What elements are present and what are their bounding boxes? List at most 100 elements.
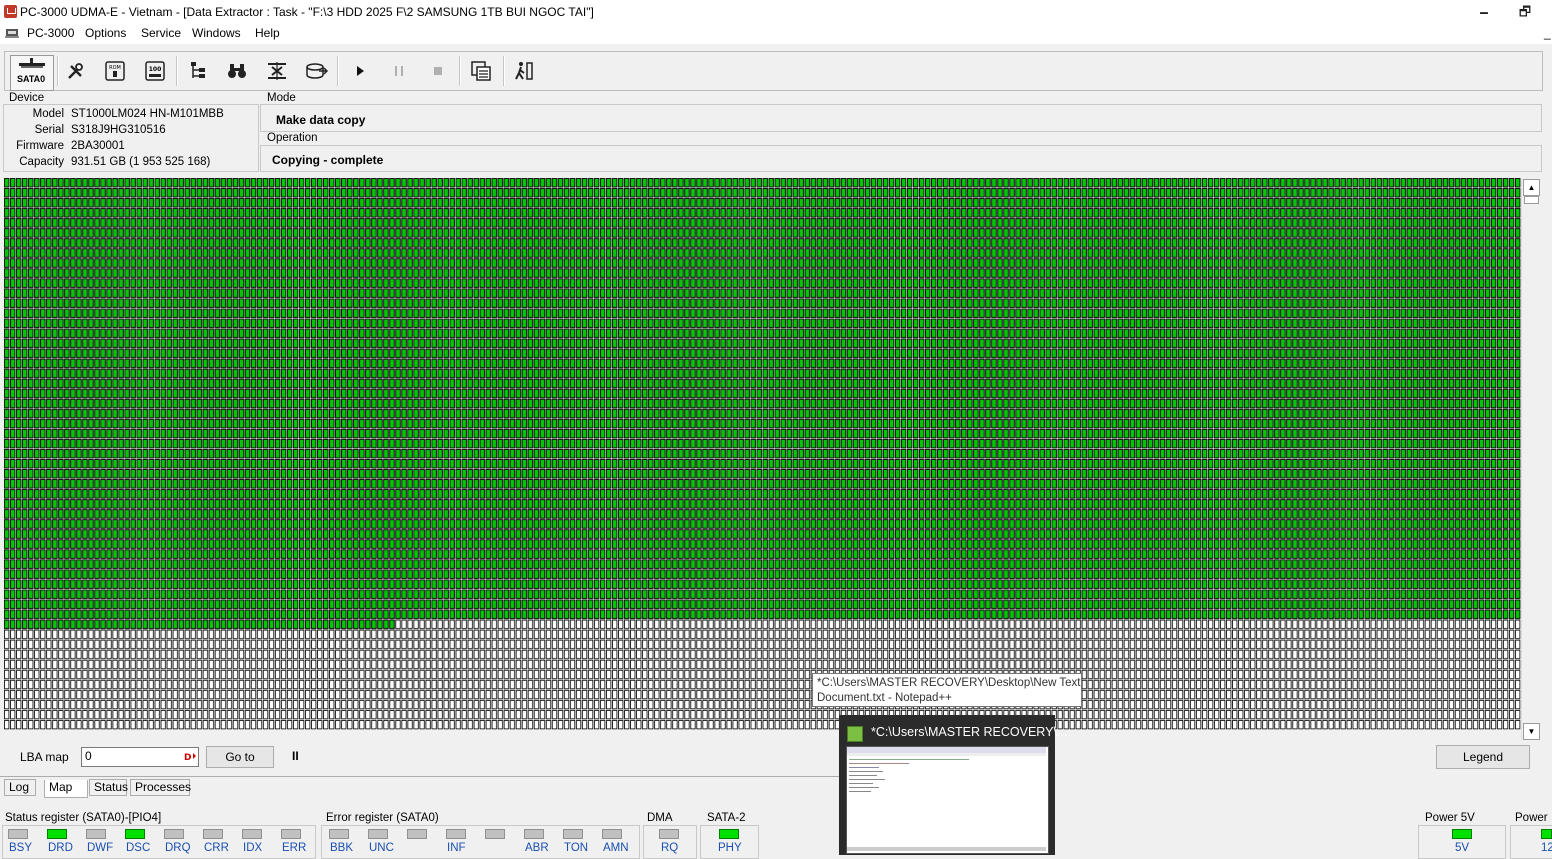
error-register-flag-unc: UNC xyxy=(369,842,394,854)
window-title: PC-3000 UDMA-E - Vietnam - [Data Extract… xyxy=(20,5,594,19)
percent-100-icon[interactable]: 100 xyxy=(140,56,170,86)
map-scrollbar[interactable]: ▲ ▼ xyxy=(1521,178,1540,740)
tree-icon[interactable] xyxy=(183,56,213,86)
copy-window-icon[interactable] xyxy=(466,56,496,86)
scroll-down-arrow-icon[interactable]: ▼ xyxy=(1523,723,1540,740)
status-register-led xyxy=(86,829,106,839)
operation-group xyxy=(260,145,1542,172)
device-group-label: Device xyxy=(8,92,46,104)
radix-toggle-icon[interactable]: D xyxy=(184,751,196,763)
toolbar-separator xyxy=(57,56,59,86)
status-register-flag-crr: CRR xyxy=(204,842,229,854)
dma-label: DMA xyxy=(646,812,674,824)
window-tooltip: *C:\Users\MASTER RECOVERY\Desktop\New Te… xyxy=(812,673,1082,707)
sata2-phy-label: PHY xyxy=(718,842,742,854)
svg-text:ROM: ROM xyxy=(109,65,121,71)
operation-group-label: Operation xyxy=(266,132,319,144)
serial-value: S318J9HG310516 xyxy=(71,124,166,136)
drive-export-icon[interactable] xyxy=(301,56,331,86)
status-register-flag-idx: IDX xyxy=(243,842,263,854)
lba-input[interactable]: 0 xyxy=(81,747,199,767)
mode-group-label: Mode xyxy=(266,92,297,104)
map-pause-button[interactable]: II xyxy=(292,749,299,763)
status-register-flag-dwf: DWF xyxy=(87,842,114,854)
status-register-led xyxy=(8,829,28,839)
preview-thumbnail[interactable] xyxy=(846,746,1049,854)
error-register-led xyxy=(446,829,466,839)
legend-button[interactable]: Legend xyxy=(1436,745,1530,769)
notepadpp-icon xyxy=(847,726,863,742)
error-register-flag-ton: TON xyxy=(564,842,589,854)
stop-icon[interactable] xyxy=(423,56,453,86)
status-register-flag-dsc: DSC xyxy=(126,842,151,854)
power12-led xyxy=(1541,829,1552,839)
menu-service[interactable]: Service xyxy=(141,26,181,40)
svg-text:100: 100 xyxy=(149,66,162,73)
tab-status[interactable]: Status xyxy=(89,779,128,796)
app-logo-icon xyxy=(4,5,17,18)
error-register-led xyxy=(485,829,505,839)
error-register-flag-amn: AMN xyxy=(603,842,629,854)
power5v-led xyxy=(1452,829,1472,839)
pc3000-menu-icon[interactable] xyxy=(5,27,19,39)
error-register-led xyxy=(368,829,388,839)
sata-port-label: SATA0 xyxy=(17,74,46,84)
toolbar-separator xyxy=(337,56,339,86)
lba-map-label: LBA map xyxy=(20,750,69,764)
dma-rq-label: RQ xyxy=(661,842,679,854)
capacity-value: 931.51 GB (1 953 525 168) xyxy=(71,156,211,168)
firmware-value: 2BA30001 xyxy=(71,140,125,152)
error-register-flag-bbk: BBK xyxy=(330,842,354,854)
error-register-led xyxy=(407,829,427,839)
pause-icon[interactable] xyxy=(384,56,414,86)
map-grid xyxy=(4,178,1521,730)
sector-icon[interactable] xyxy=(262,56,292,86)
menu-help[interactable]: Help xyxy=(255,26,280,40)
lba-block-map[interactable] xyxy=(4,178,1521,730)
menu-options[interactable]: Options xyxy=(85,26,126,40)
status-register-led xyxy=(125,829,145,839)
minimize-button[interactable]: 🗕 xyxy=(1470,2,1498,22)
power5v-label: Power 5V xyxy=(1424,812,1476,824)
map-copied-blocks xyxy=(4,178,1521,620)
tooltip-line-1: *C:\Users\MASTER RECOVERY\Desktop\New Te… xyxy=(817,677,1081,689)
restore-button[interactable]: 🗗 xyxy=(1511,2,1539,22)
hdd-info-icon[interactable]: ROM xyxy=(100,56,130,86)
binoculars-icon[interactable] xyxy=(222,56,252,86)
status-register-led xyxy=(47,829,67,839)
tab-strip-line xyxy=(0,776,840,777)
map-copied-blocks-partial xyxy=(4,619,396,630)
error-register-led xyxy=(524,829,544,839)
status-register-led xyxy=(281,829,301,839)
operation-status: Copying - complete xyxy=(272,153,384,167)
tab-processes[interactable]: Processes xyxy=(130,779,191,796)
menu-windows[interactable]: Windows xyxy=(192,26,241,40)
sata-connector-icon xyxy=(19,58,45,68)
toolbar-separator xyxy=(459,56,461,86)
scroll-thumb[interactable] xyxy=(1524,196,1539,204)
menu-pc3000[interactable]: PC-3000 xyxy=(27,26,74,40)
status-register-led xyxy=(203,829,223,839)
run-exit-icon[interactable] xyxy=(509,56,539,86)
model-value: ST1000LM024 HN-M101MBB xyxy=(71,108,224,120)
tools-icon[interactable] xyxy=(61,56,91,86)
mdi-minimize-button[interactable]: _ xyxy=(1544,26,1551,40)
error-register-led xyxy=(563,829,583,839)
firmware-key: Firmware xyxy=(16,140,64,152)
status-register-flag-drq: DRQ xyxy=(165,842,191,854)
tab-log[interactable]: Log xyxy=(4,779,36,796)
goto-button[interactable]: Go to xyxy=(206,746,274,768)
status-register-led xyxy=(164,829,184,839)
error-register-flag-abr: ABR xyxy=(525,842,549,854)
sata2-label: SATA-2 xyxy=(706,812,747,824)
power12-value: 12 xyxy=(1541,842,1552,854)
mode-group xyxy=(260,104,1542,132)
scroll-up-arrow-icon[interactable]: ▲ xyxy=(1523,179,1540,196)
sata-port-button[interactable] xyxy=(10,55,54,91)
svg-text:D: D xyxy=(184,753,191,762)
tooltip-line-2: Document.txt - Notepad++ xyxy=(817,692,952,704)
error-register-led xyxy=(602,829,622,839)
tab-map[interactable]: Map xyxy=(44,780,88,798)
play-icon[interactable] xyxy=(345,56,375,86)
status-register-flag-drd: DRD xyxy=(48,842,73,854)
